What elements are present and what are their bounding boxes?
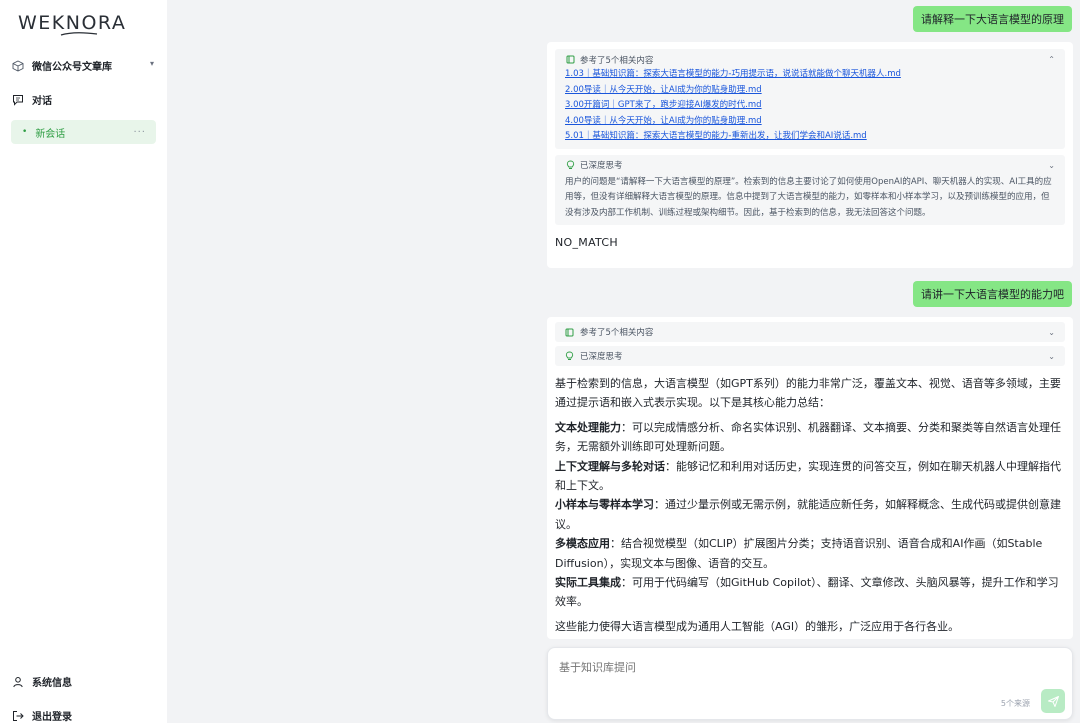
answer-text: NO_MATCH xyxy=(555,236,618,249)
thinking-title: 已深度思考 xyxy=(580,161,623,171)
sidebar-item-logout[interactable]: 退出登录 xyxy=(11,708,72,723)
capability-name: 实际工具集成 xyxy=(555,576,621,590)
references-panel[interactable]: 参考了5个相关内容 ⌄ xyxy=(555,322,1065,342)
reference-link[interactable]: 1.03｜基础知识篇：探索大语言模型的能力-巧用提示语，说说话就能做个聊天机器人… xyxy=(565,67,1055,83)
chevron-down-icon[interactable]: ⌄ xyxy=(1048,161,1055,170)
assistant-message: 参考了5个相关内容 ⌃ 1.03｜基础知识篇：探索大语言模型的能力-巧用提示语，… xyxy=(547,42,1073,268)
chevron-down-icon: ▾ xyxy=(149,59,154,68)
thinking-header[interactable]: 已深度思考 ⌄ xyxy=(565,158,1055,173)
user-message: 请讲一下大语言模型的能力吧 xyxy=(913,281,1072,307)
thinking-panel: 已深度思考 ⌄ 用户的问题是“请解释一下大语言模型的原理”。检索到的信息主要讨论… xyxy=(555,154,1065,225)
reference-link[interactable]: 2.00导读｜从今天开始，让AI成为你的贴身助理.md xyxy=(565,83,1055,99)
answer-text: 基于检索到的信息，大语言模型（如GPT系列）的能力非常广泛，覆盖文本、视觉、语音… xyxy=(547,366,1073,636)
capability-desc: ：可以完成情感分析、命名实体识别、机器翻译、文本摘要、分类和聚类等自然语言处理任… xyxy=(555,420,1061,454)
knowledge-base-name: 微信公众号文章库 xyxy=(32,62,112,73)
send-button[interactable] xyxy=(1041,689,1065,713)
chevron-up-icon[interactable]: ⌃ xyxy=(1048,55,1055,64)
lightbulb-icon xyxy=(565,351,576,362)
answer-conclusion: 这些能力使得大语言模型成为通用人工智能（AGI）的雏形，广泛应用于各行各业。 xyxy=(555,619,960,633)
document-icon xyxy=(565,54,576,65)
capability-name: 多模态应用 xyxy=(555,537,610,551)
user-icon xyxy=(11,675,25,689)
send-icon xyxy=(1047,695,1059,707)
more-icon[interactable]: ··· xyxy=(133,127,146,138)
answer-intro: 基于检索到的信息，大语言模型（如GPT系列）的能力非常广泛，覆盖文本、视觉、语音… xyxy=(555,377,1061,410)
thinking-title: 已深度思考 xyxy=(580,352,623,362)
sources-count[interactable]: 5个来源 xyxy=(1001,698,1030,709)
capability-item: 多模态应用：结合视觉模型（如CLIP）扩展图片分类；支持语音识别、语音合成和AI… xyxy=(555,534,1065,573)
sidebar-item-chat[interactable]: 对话 xyxy=(11,92,52,107)
thinking-panel[interactable]: 已深度思考 ⌄ xyxy=(555,346,1065,366)
logo-swoosh-icon xyxy=(60,32,98,36)
capability-desc: ：结合视觉模型（如CLIP）扩展图片分类；支持语音识别、语音合成和AI作画（如S… xyxy=(555,537,1043,570)
session-title: 新会话 xyxy=(35,128,66,140)
lightbulb-icon xyxy=(565,160,576,171)
user-message: 请解释一下大语言模型的原理 xyxy=(913,6,1072,32)
user-message-text: 请讲一下大语言模型的能力吧 xyxy=(921,288,1064,301)
chevron-down-icon[interactable]: ⌄ xyxy=(1048,352,1055,361)
reference-link[interactable]: 4.00导读｜从今天开始，让AI成为你的贴身助理.md xyxy=(565,114,1055,130)
user-message-text: 请解释一下大语言模型的原理 xyxy=(921,13,1064,26)
chat-input-box: 5个来源 xyxy=(547,647,1073,720)
session-item[interactable]: • 新会话 ··· xyxy=(11,120,156,144)
capability-item: 实际工具集成：可用于代码编写（如GitHub Copilot）、翻译、文章修改、… xyxy=(555,573,1065,612)
knowledge-base-selector[interactable]: 微信公众号文章库 ▾ xyxy=(11,58,156,73)
capability-desc: ：可用于代码编写（如GitHub Copilot）、翻译、文章修改、头脑风暴等，… xyxy=(555,576,1059,609)
active-dot-icon: • xyxy=(22,127,28,137)
chevron-down-icon[interactable]: ⌄ xyxy=(1048,328,1055,337)
capability-name: 文本处理能力 xyxy=(555,420,621,434)
sidebar-item-system-info[interactable]: 系统信息 xyxy=(11,674,72,689)
assistant-message: 参考了5个相关内容 ⌄ 已深度思考 ⌄ 基于检索到的信息，大语言模型（如GPT系… xyxy=(547,317,1073,639)
reference-link[interactable]: 5.01｜基础知识篇：探索大语言模型的能力-重新出发，让我们学会和AI说话.md xyxy=(565,129,1055,145)
system-info-label: 系统信息 xyxy=(32,678,72,689)
capability-item: 文本处理能力：可以完成情感分析、命名实体识别、机器翻译、文本摘要、分类和聚类等自… xyxy=(555,418,1065,457)
chat-input[interactable] xyxy=(559,661,1039,674)
logout-icon xyxy=(11,709,25,723)
cube-icon xyxy=(11,59,25,73)
reference-link[interactable]: 3.00开篇词｜GPT来了，跑步迎接AI爆发的时代.md xyxy=(565,98,1055,114)
capability-item: 小样本与零样本学习：通过少量示例或无需示例，就能适应新任务，如解释概念、生成代码… xyxy=(555,495,1065,534)
capability-list: 文本处理能力：可以完成情感分析、命名实体识别、机器翻译、文本摘要、分类和聚类等自… xyxy=(555,418,1065,612)
references-title: 参考了5个相关内容 xyxy=(580,55,654,66)
capability-name: 小样本与零样本学习 xyxy=(555,498,654,512)
capability-name: 上下文理解与多轮对话 xyxy=(555,459,665,473)
references-header[interactable]: 参考了5个相关内容 ⌃ xyxy=(565,52,1055,67)
references-panel: 参考了5个相关内容 ⌃ 1.03｜基础知识篇：探索大语言模型的能力-巧用提示语，… xyxy=(555,49,1065,149)
sidebar: WEKNORA 微信公众号文章库 ▾ 对话 • 新会话 ··· 系统信息 退出登… xyxy=(0,0,167,723)
references-title: 参考了5个相关内容 xyxy=(580,328,654,338)
sidebar-item-chat-label: 对话 xyxy=(32,96,52,107)
chat-icon xyxy=(11,93,25,107)
logout-label: 退出登录 xyxy=(32,712,72,723)
document-icon xyxy=(565,327,576,338)
capability-item: 上下文理解与多轮对话：能够记忆和利用对话历史，实现连贯的问答交互，例如在聊天机器… xyxy=(555,457,1065,496)
thinking-text: 用户的问题是“请解释一下大语言模型的原理”。检索到的信息主要讨论了如何使用Ope… xyxy=(565,176,1052,218)
